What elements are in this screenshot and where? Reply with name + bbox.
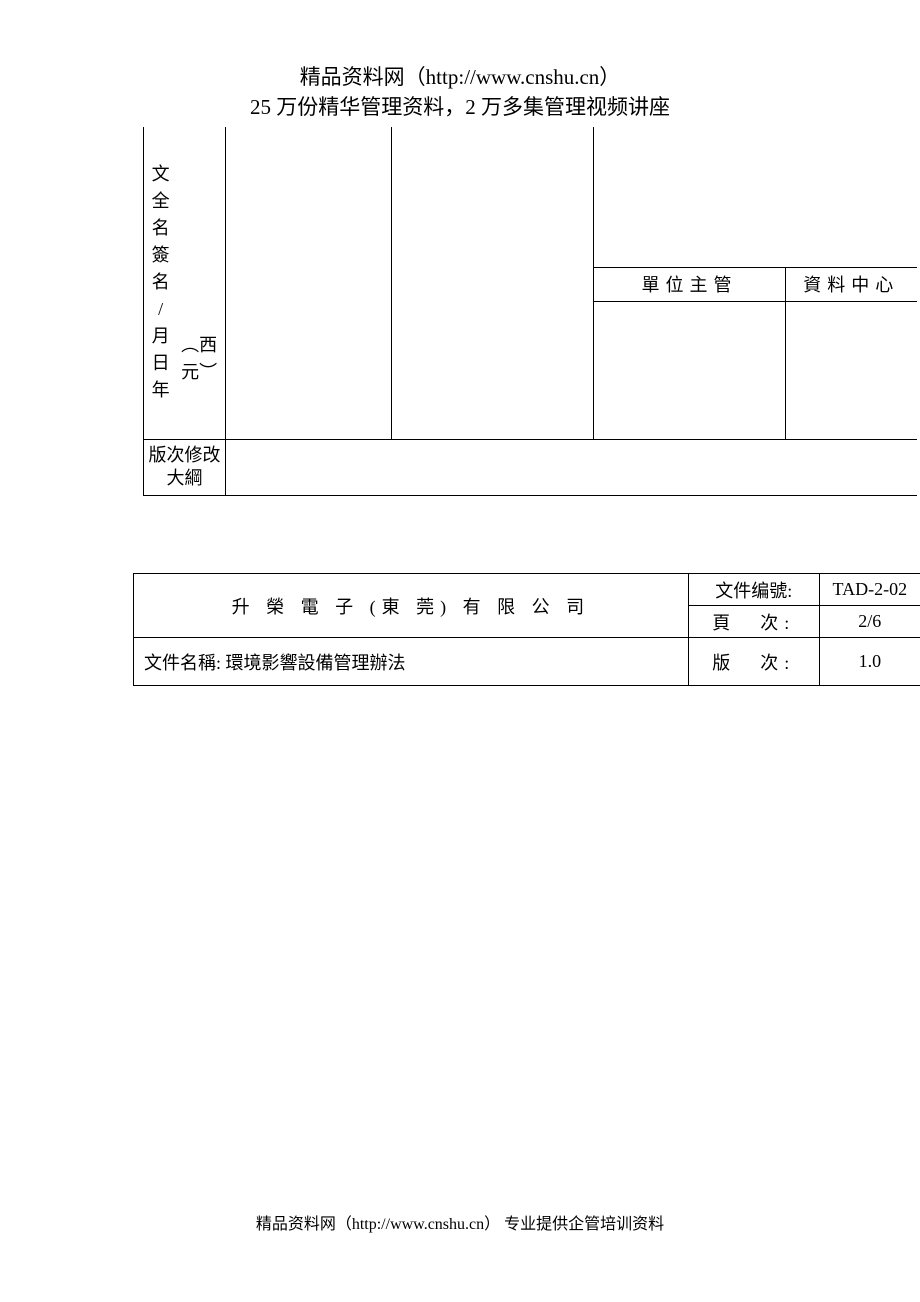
page-value: 2/6 — [819, 606, 920, 638]
page-footer: 精品资料网（http://www.cnshu.cn） 专业提供企管培训资料 — [0, 1210, 920, 1234]
page-label: 頁 次: — [688, 606, 819, 638]
vertical-label-cell: 文全名簽名/月日年 ︵西元︶ — [144, 127, 226, 439]
version-value: 1.0 — [819, 638, 920, 686]
col-c-top — [594, 127, 786, 267]
document-info-table: 升 榮 電 子 (東 莞) 有 限 公 司 文件编號: TAD-2-02 頁 次… — [133, 573, 920, 686]
header-line2: 25 万份精华管理资料，2 万多集管理视频讲座 — [0, 92, 920, 122]
docno-label: 文件编號: — [688, 574, 819, 606]
vertical-label-main: 文全名簽名/月日年 — [146, 161, 175, 404]
col-b — [392, 127, 594, 439]
docno-value: TAD-2-02 — [819, 574, 920, 606]
vertical-label-side: ︵西元︶ — [175, 161, 223, 404]
header-line1: 精品资料网（http://www.cnshu.cn） — [0, 62, 920, 92]
data-center-label: 資料中心 — [786, 267, 917, 301]
unit-supervisor-sign — [594, 301, 786, 439]
revision-outline-label: 版次修改大綱 — [144, 439, 226, 495]
docname-value: 環境影響設備管理辦法 — [226, 653, 406, 673]
version-label: 版 次: — [688, 638, 819, 686]
page-header: 精品资料网（http://www.cnshu.cn） 25 万份精华管理资料，2… — [0, 0, 920, 123]
data-center-sign — [786, 301, 917, 439]
signature-table: 文全名簽名/月日年 ︵西元︶ 單位主管 資料中心 版次修改大綱 — [143, 127, 917, 496]
docname-label: 文件名稱: — [144, 653, 221, 673]
docname-cell: 文件名稱: 環境影響設備管理辦法 — [134, 638, 689, 686]
company-name: 升 榮 電 子 (東 莞) 有 限 公 司 — [134, 574, 689, 638]
unit-supervisor-label: 單位主管 — [594, 267, 786, 301]
revision-outline-content — [226, 439, 917, 495]
col-a — [226, 127, 392, 439]
col-d-top — [786, 127, 917, 267]
